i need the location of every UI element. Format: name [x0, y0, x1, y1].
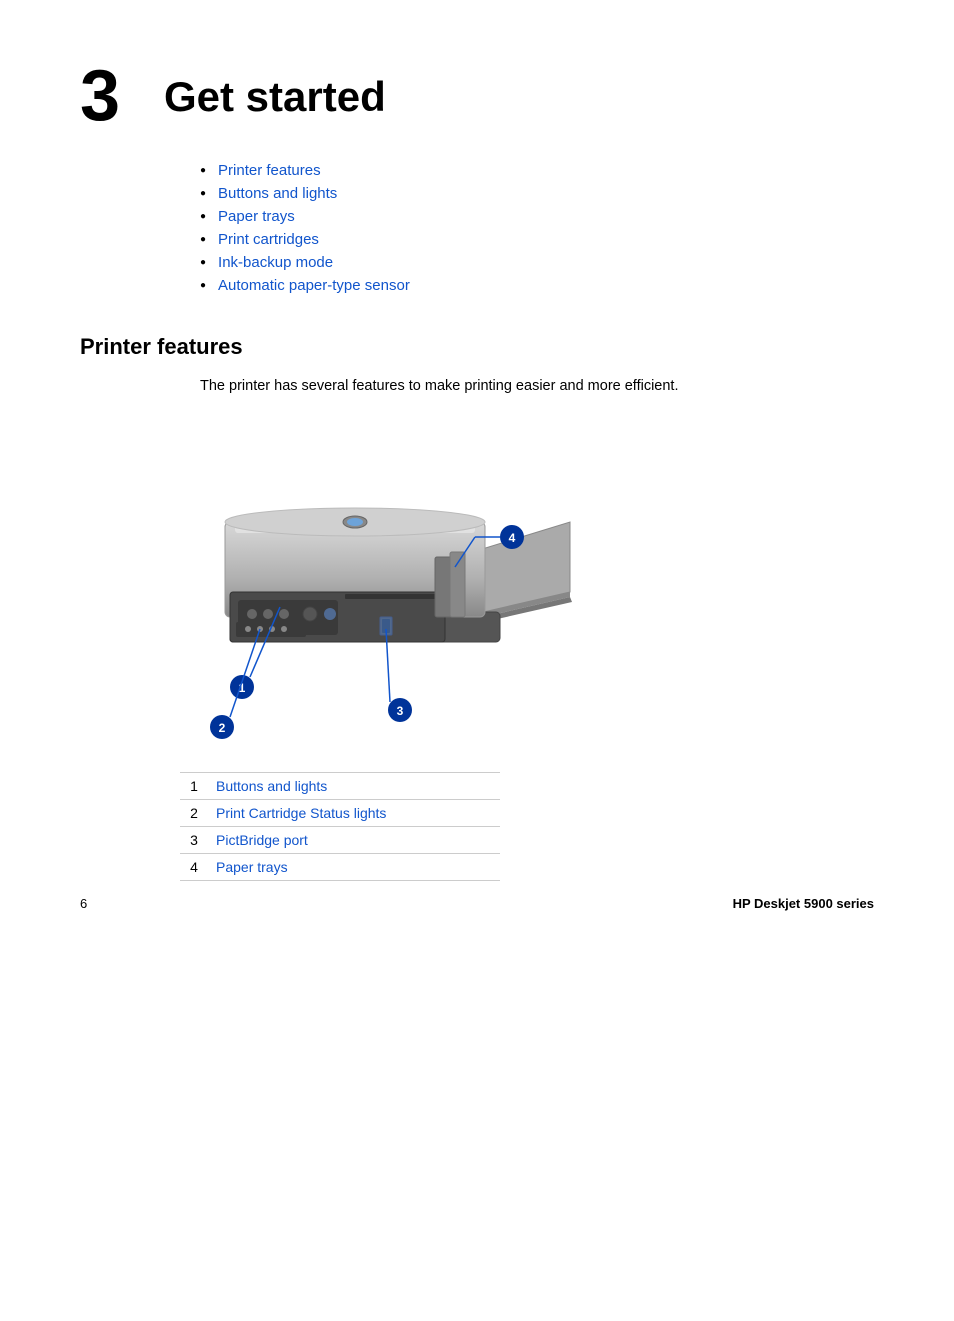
toc-link-5[interactable]: Automatic paper-type sensor [218, 277, 410, 294]
callout-number: 3 [180, 826, 208, 853]
chapter-number: 3 [80, 60, 140, 132]
callout-label: Print Cartridge Status lights [208, 799, 500, 826]
table-row: 1 Buttons and lights [180, 772, 500, 799]
toc-list-item: Printer features [200, 162, 874, 179]
section-intro: The printer has several features to make… [200, 376, 874, 398]
page-footer: 6 HP Deskjet 5900 series [80, 896, 874, 911]
callout-label: PictBridge port [208, 826, 500, 853]
callout-label-link-1[interactable]: Print Cartridge Status lights [216, 805, 386, 821]
toc-list-item: Automatic paper-type sensor [200, 277, 874, 294]
toc-link-2[interactable]: Paper trays [218, 208, 295, 225]
toc-list: Printer features Buttons and lights Paper … [200, 162, 874, 294]
table-row: 2 Print Cartridge Status lights [180, 799, 500, 826]
chapter-title: Get started [164, 60, 386, 120]
toc-list-item: Print cartridges [200, 231, 874, 248]
svg-text:2: 2 [219, 721, 226, 735]
callout-table: 1 Buttons and lights 2 Print Cartridge Stat… [180, 772, 500, 881]
callout-label: Paper trays [208, 853, 500, 880]
toc-link-1[interactable]: Buttons and lights [218, 185, 337, 202]
callout-label-link-0[interactable]: Buttons and lights [216, 778, 327, 794]
footer-page-number: 6 [80, 896, 87, 911]
callout-label-link-2[interactable]: PictBridge port [216, 832, 308, 848]
section-heading-printer-features: Printer features [80, 330, 874, 360]
callout-number: 1 [180, 772, 208, 799]
toc-list-item: Paper trays [200, 208, 874, 225]
callout-number: 4 [180, 853, 208, 880]
callout-label: Buttons and lights [208, 772, 500, 799]
svg-text:3: 3 [397, 704, 404, 718]
toc-list-item: Buttons and lights [200, 185, 874, 202]
callout-number: 2 [180, 799, 208, 826]
table-row: 4 Paper trays [180, 853, 500, 880]
footer-product-name: HP Deskjet 5900 series [733, 896, 874, 911]
toc-list-item: Ink-backup mode [200, 254, 874, 271]
page-container: 3 Get started Printer features Buttons an… [0, 0, 954, 941]
table-row: 3 PictBridge port [180, 826, 500, 853]
printer-illustration: 1 2 3 4 [180, 422, 600, 752]
toc-link-4[interactable]: Ink-backup mode [218, 254, 333, 271]
svg-text:4: 4 [509, 531, 516, 545]
chapter-header: 3 Get started [80, 40, 874, 132]
toc-link-3[interactable]: Print cartridges [218, 231, 319, 248]
callout-label-link-3[interactable]: Paper trays [216, 859, 288, 875]
toc-link-0[interactable]: Printer features [218, 162, 321, 179]
